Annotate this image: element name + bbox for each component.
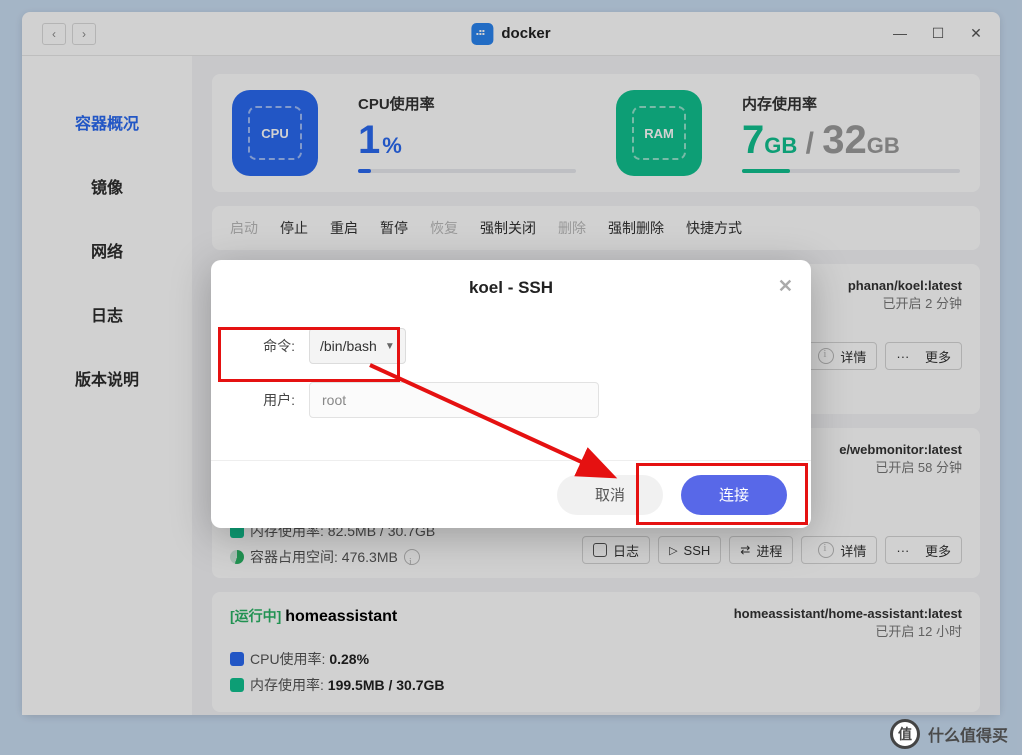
cmd-select[interactable]: /bin/bash ▼	[309, 328, 406, 364]
cancel-button[interactable]: 取消	[557, 475, 663, 515]
chevron-down-icon: ▼	[385, 341, 395, 352]
user-input[interactable]	[309, 382, 599, 418]
modal-title: koel - SSH	[469, 278, 553, 298]
cmd-label: 命令:	[239, 336, 295, 356]
ssh-modal: koel - SSH ✕ 命令: /bin/bash ▼ 用户: 取消 连接	[211, 260, 811, 528]
close-icon[interactable]: ✕	[778, 276, 793, 297]
user-label: 用户:	[239, 390, 295, 410]
watermark: 值 什么值得买	[890, 719, 1008, 749]
connect-button[interactable]: 连接	[681, 475, 787, 515]
modal-overlay: koel - SSH ✕ 命令: /bin/bash ▼ 用户: 取消 连接	[0, 0, 1022, 755]
